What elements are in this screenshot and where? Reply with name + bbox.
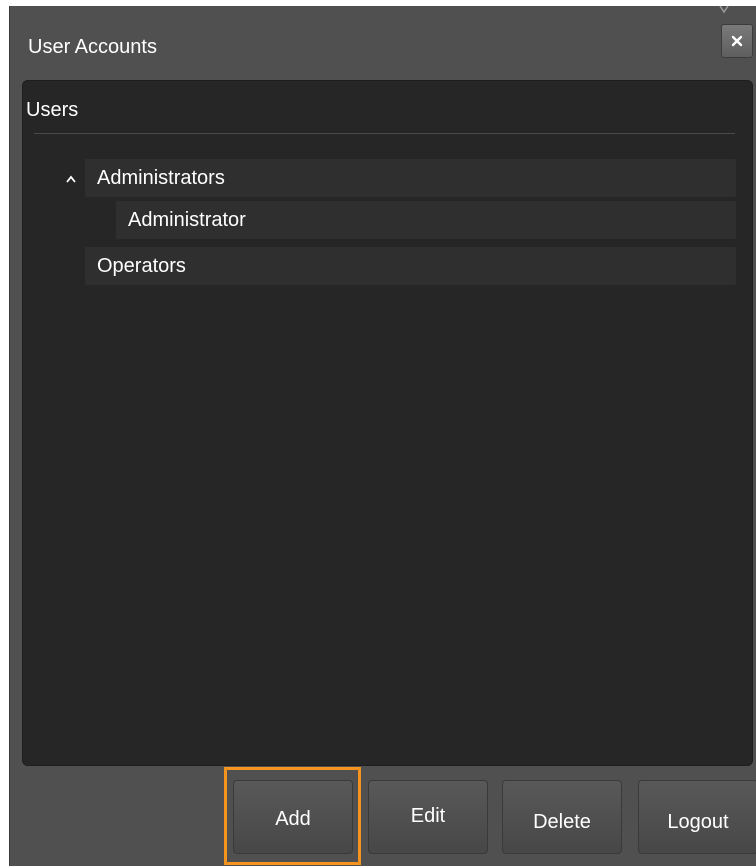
tree-item-operators[interactable]: Operators bbox=[85, 247, 736, 285]
delete-button[interactable]: Delete bbox=[502, 780, 622, 854]
tree-item-label: Administrators bbox=[97, 167, 225, 189]
add-button[interactable]: Add bbox=[233, 780, 353, 854]
dialog-title: User Accounts bbox=[28, 36, 157, 58]
collapse-caret-icon[interactable] bbox=[66, 175, 76, 183]
logout-button-label: Logout bbox=[667, 811, 729, 833]
users-panel: Users Administrators Administrator Opera… bbox=[22, 80, 753, 766]
title-bar: User Accounts bbox=[10, 6, 756, 80]
tree-item-label: Administrator bbox=[128, 209, 246, 231]
add-button-label: Add bbox=[275, 808, 311, 830]
tree-item-administrators[interactable]: Administrators bbox=[85, 159, 736, 197]
close-icon bbox=[731, 35, 743, 47]
user-accounts-dialog: User Accounts Users Administrators Admin… bbox=[9, 6, 756, 866]
tree-item-label: Operators bbox=[97, 255, 186, 277]
delete-button-label: Delete bbox=[533, 811, 591, 833]
edit-button-label: Edit bbox=[410, 805, 446, 827]
logout-button[interactable]: Logout bbox=[638, 780, 756, 854]
close-button[interactable] bbox=[721, 24, 753, 58]
panel-divider bbox=[34, 133, 735, 134]
edit-button[interactable]: Edit bbox=[368, 780, 488, 854]
tree-item-administrator[interactable]: Administrator bbox=[116, 201, 736, 239]
users-panel-header: Users bbox=[26, 99, 79, 121]
